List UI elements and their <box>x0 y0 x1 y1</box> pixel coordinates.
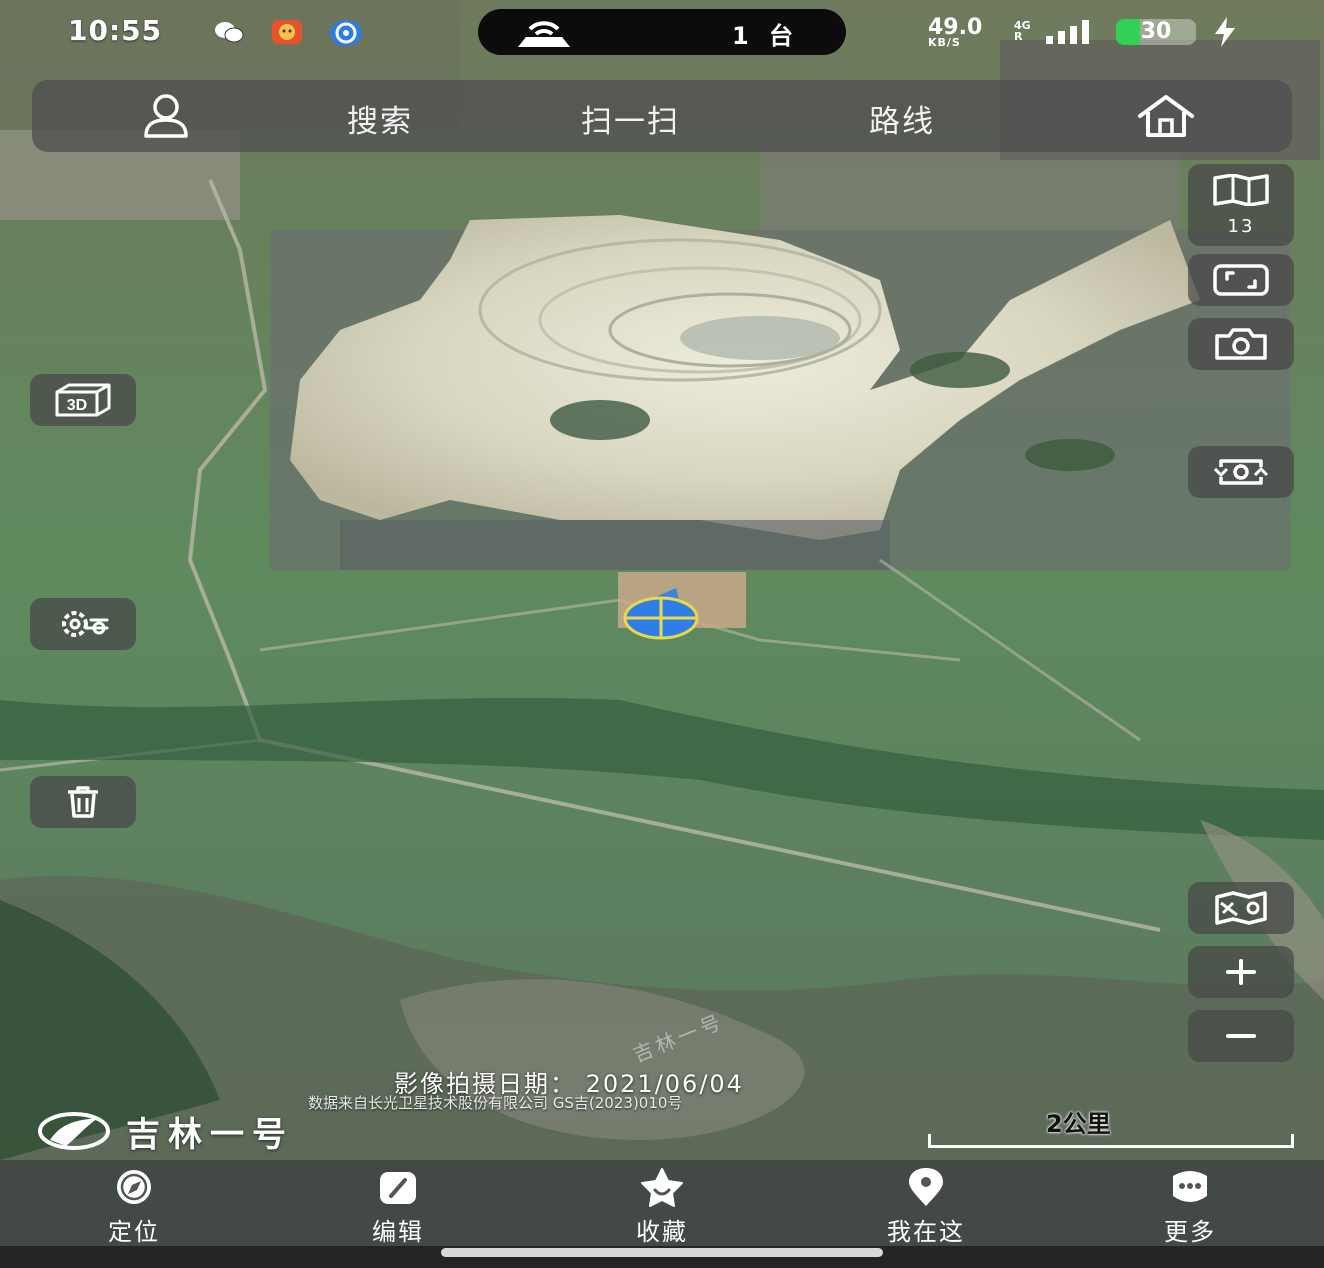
gear-icon <box>62 611 109 637</box>
top-toolbar: 搜索 扫一扫 路线 <box>32 80 1292 152</box>
map-type-button[interactable] <box>1188 882 1294 934</box>
zoom-out-button[interactable] <box>1188 1010 1294 1062</box>
zoom-in-button[interactable] <box>1188 946 1294 998</box>
search-button[interactable]: 搜索 <box>347 96 413 141</box>
status-time: 10:55 <box>68 14 163 47</box>
fullscreen-button[interactable] <box>1188 254 1294 306</box>
nav-edit-label: 编辑 <box>372 1218 424 1246</box>
delete-button[interactable] <box>30 776 136 828</box>
signal-roaming-label: R <box>1014 30 1023 43</box>
scan-button[interactable]: 扫一扫 <box>581 96 680 141</box>
brand-logo: 吉林一号 <box>36 1110 294 1155</box>
home-button[interactable] <box>1128 94 1204 138</box>
app-notification-icon <box>272 20 302 44</box>
user-profile-button[interactable] <box>128 94 204 138</box>
svg-text:3D: 3D <box>67 397 87 414</box>
signal-bars-icon <box>1046 20 1089 44</box>
wechat-icon <box>214 20 244 44</box>
nav-locate[interactable]: 定位 <box>54 1160 214 1246</box>
star-icon <box>641 1168 683 1207</box>
minus-icon <box>1226 1034 1256 1038</box>
projection-icon <box>518 21 570 47</box>
nav-locate-label: 定位 <box>108 1218 160 1246</box>
nav-i-am-here[interactable]: 我在这 <box>846 1160 1006 1246</box>
nav-favorites[interactable]: 收藏 <box>582 1160 742 1246</box>
nav-i-am-here-label: 我在这 <box>887 1218 965 1246</box>
battery-indicator: 30 <box>1116 19 1196 45</box>
3d-toggle-button[interactable]: 3D <box>30 374 136 426</box>
status-bar: 10:55 1 台 49.0 KB/S 4G R 30 <box>0 0 1324 64</box>
fullscreen-icon <box>1213 264 1269 296</box>
brand-name: 吉林一号 <box>126 1114 294 1155</box>
home-icon <box>1138 95 1194 137</box>
map-layers-button[interactable]: 13 <box>1188 164 1294 246</box>
scale-bar <box>928 1134 1294 1148</box>
device-count: 1 台 <box>732 22 800 50</box>
compass-icon <box>117 1170 151 1204</box>
charging-bolt-icon <box>1215 17 1235 47</box>
settings-button[interactable] <box>30 598 136 650</box>
satellite-swoosh-icon <box>38 1112 110 1150</box>
screenshot-button[interactable] <box>1188 318 1294 370</box>
rotate-camera-icon <box>1213 459 1269 485</box>
data-source-label: 数据来自长光卫星技术股份有限公司 GS吉(2023)010号 <box>308 1094 683 1112</box>
zoom-level-label: 13 <box>1227 216 1255 237</box>
trash-icon <box>68 786 98 818</box>
home-indicator[interactable] <box>441 1248 883 1257</box>
map-book-icon <box>1213 174 1269 206</box>
browser-icon <box>330 20 362 46</box>
location-pin-icon <box>909 1168 943 1206</box>
nav-more[interactable]: 更多 <box>1110 1160 1270 1246</box>
current-location-marker[interactable] <box>620 584 702 640</box>
rotate-view-button[interactable] <box>1188 446 1294 498</box>
3d-cube-icon: 3D <box>55 383 111 417</box>
route-button[interactable]: 路线 <box>869 96 935 141</box>
bottom-nav: 定位 编辑 收藏 我在这 更多 <box>0 1160 1324 1246</box>
nav-more-label: 更多 <box>1164 1218 1216 1246</box>
edit-icon <box>380 1172 416 1204</box>
user-icon <box>144 94 188 138</box>
more-icon <box>1173 1171 1207 1202</box>
plus-icon <box>1226 959 1256 985</box>
signal-type: 4G R <box>1014 20 1031 42</box>
nav-favorites-label: 收藏 <box>636 1218 688 1246</box>
battery-level: 30 <box>1140 19 1172 44</box>
camera-icon <box>1215 328 1267 360</box>
network-speed: 49.0 KB/S <box>928 17 982 49</box>
nav-edit[interactable]: 编辑 <box>318 1160 478 1246</box>
map-pin-grid-icon <box>1215 891 1267 925</box>
